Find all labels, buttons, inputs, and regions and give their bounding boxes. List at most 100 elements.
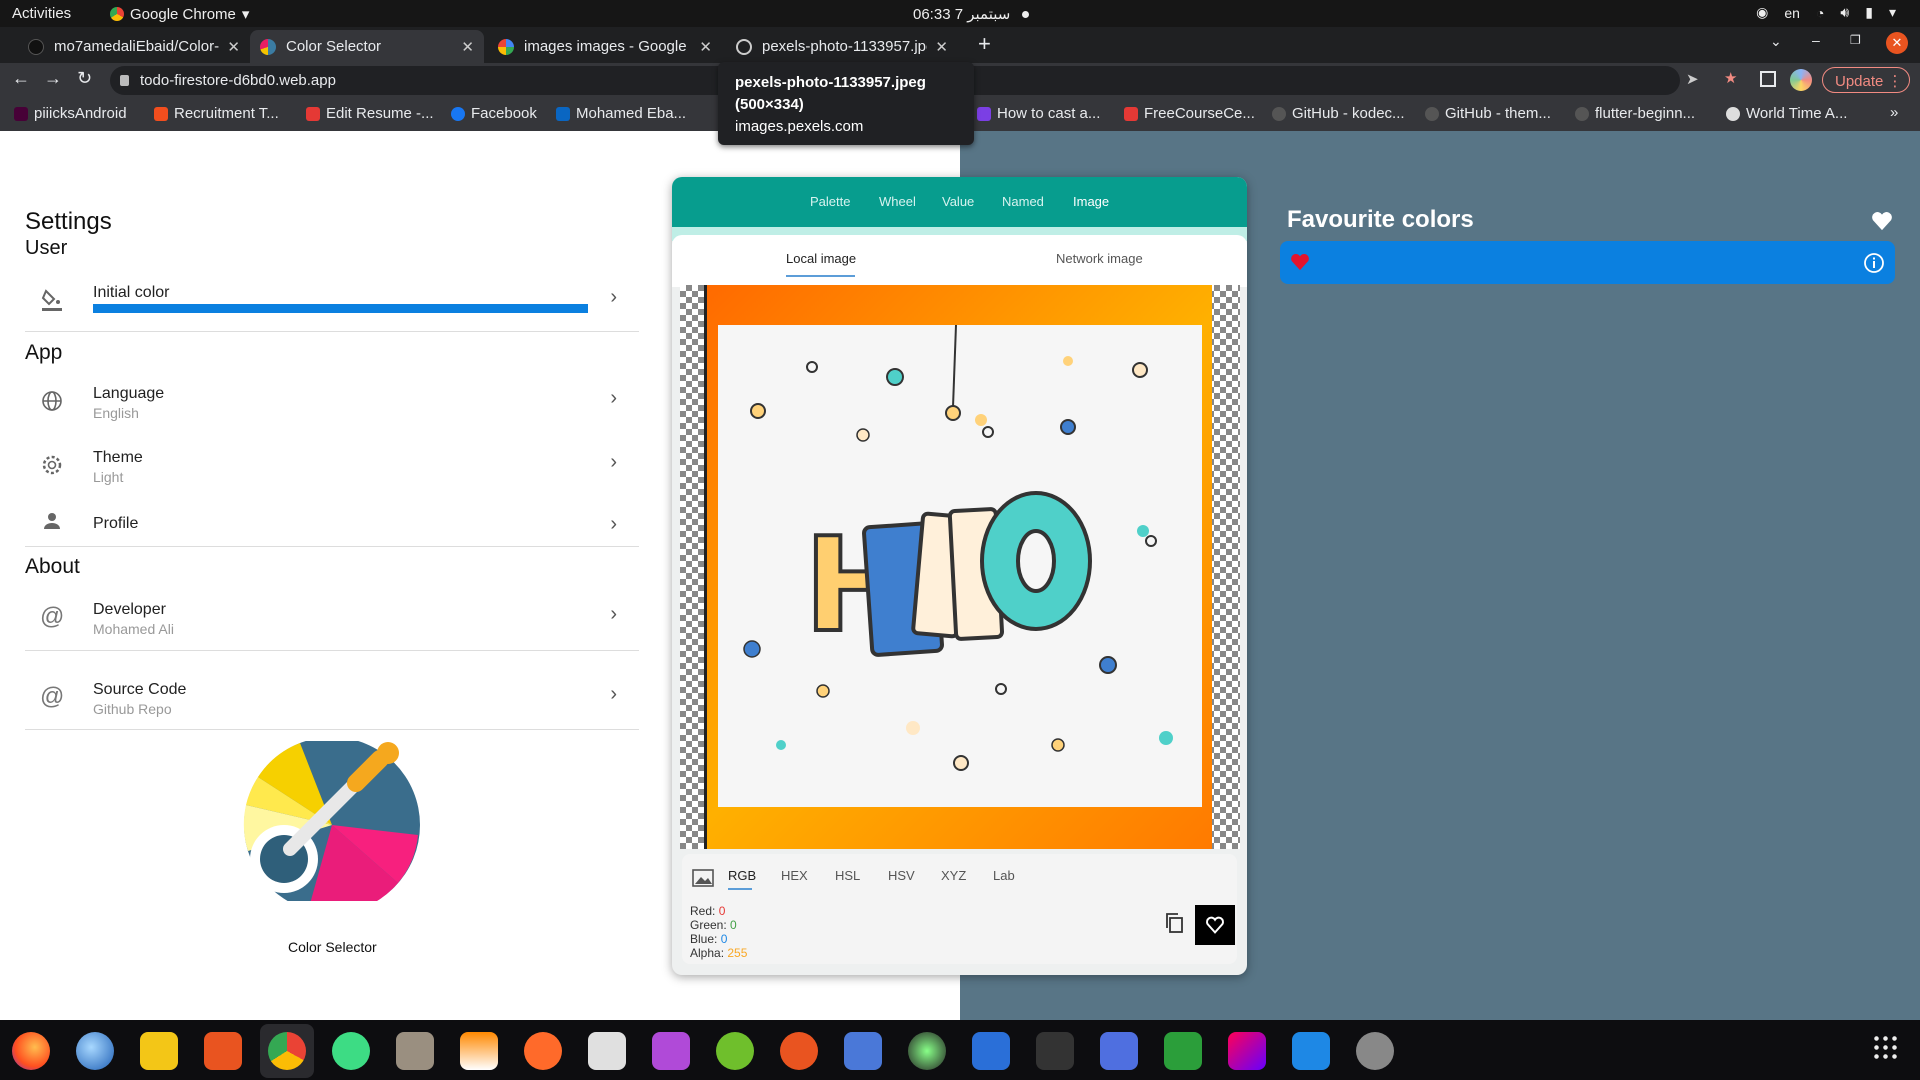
info-icon[interactable] bbox=[1863, 252, 1885, 274]
android-studio-icon[interactable] bbox=[332, 1032, 370, 1070]
android-icon[interactable] bbox=[716, 1032, 754, 1070]
tab-named[interactable]: Named bbox=[1002, 194, 1044, 209]
source-code-row[interactable]: @ Source Code Github Repo › bbox=[25, 671, 639, 731]
image-icon[interactable] bbox=[692, 869, 714, 887]
tab-wheel[interactable]: Wheel bbox=[879, 194, 916, 209]
bookmark-item[interactable]: GitHub - kodec... bbox=[1272, 105, 1405, 122]
active-format-indicator bbox=[728, 888, 752, 890]
at-sign-icon: @ bbox=[40, 603, 65, 630]
language-value: English bbox=[93, 405, 139, 421]
share-icon[interactable]: ➤ bbox=[1686, 70, 1699, 88]
tasks-icon[interactable] bbox=[844, 1032, 882, 1070]
bookmark-item[interactable]: How to cast a... bbox=[977, 105, 1100, 122]
format-hex[interactable]: HEX bbox=[781, 868, 808, 883]
more-bookmarks-icon[interactable]: » bbox=[1890, 104, 1898, 121]
rhythmbox-icon[interactable] bbox=[140, 1032, 178, 1070]
back-button[interactable]: ← bbox=[12, 68, 30, 89]
bookmark-item[interactable]: World Time A... bbox=[1726, 105, 1847, 122]
tab-local-image[interactable]: Local image bbox=[786, 251, 856, 266]
minimize-button[interactable]: – bbox=[1812, 32, 1820, 48]
add-favourite-button[interactable] bbox=[1195, 905, 1235, 945]
value-number: 0 bbox=[730, 918, 737, 932]
format-lab[interactable]: Lab bbox=[993, 868, 1015, 883]
new-tab-button[interactable]: + bbox=[978, 31, 991, 57]
updater-icon[interactable] bbox=[1356, 1032, 1394, 1070]
language-indicator[interactable]: en bbox=[1784, 5, 1800, 21]
software-center-icon[interactable] bbox=[204, 1032, 242, 1070]
files-icon[interactable] bbox=[396, 1032, 434, 1070]
firefox-icon[interactable] bbox=[12, 1032, 50, 1070]
thunderbird-icon[interactable] bbox=[76, 1032, 114, 1070]
developer-value: Mohamed Ali bbox=[93, 621, 174, 637]
calc-icon[interactable] bbox=[1164, 1032, 1202, 1070]
reload-button[interactable]: ↻ bbox=[77, 68, 92, 89]
source-code-label: Source Code bbox=[93, 681, 187, 698]
close-icon[interactable]: ✕ bbox=[227, 38, 240, 56]
chevron-right-icon: › bbox=[610, 603, 617, 625]
close-icon[interactable]: ✕ bbox=[699, 38, 712, 56]
tab-network-image[interactable]: Network image bbox=[1056, 251, 1143, 266]
copy-icon[interactable] bbox=[1164, 912, 1184, 934]
activities-button[interactable]: Activities bbox=[12, 5, 71, 22]
inkscape-icon[interactable] bbox=[524, 1032, 562, 1070]
bookmark-item[interactable]: Mohamed Eba... bbox=[556, 105, 686, 122]
vlc-icon[interactable] bbox=[460, 1032, 498, 1070]
profile-avatar[interactable] bbox=[1790, 69, 1812, 91]
format-rgb[interactable]: RGB bbox=[728, 868, 756, 883]
bookmark-item[interactable]: GitHub - them... bbox=[1425, 105, 1551, 122]
writer-icon[interactable] bbox=[972, 1032, 1010, 1070]
tab-color-selector[interactable]: Color Selector ✕ bbox=[250, 30, 484, 63]
system-tray[interactable]: ◉ en ◔ 🔊︎ ▮ ▾ bbox=[1756, 4, 1896, 21]
tab-google-images[interactable]: images images - Google Se ✕ bbox=[488, 30, 722, 63]
chrome-icon[interactable] bbox=[268, 1032, 306, 1070]
bookmark-item[interactable]: Recruitment T... bbox=[154, 105, 279, 122]
update-button[interactable]: Update ⋮ bbox=[1822, 67, 1910, 93]
side-panel-icon[interactable] bbox=[1760, 71, 1776, 87]
close-icon[interactable]: ✕ bbox=[461, 38, 474, 56]
vscode-icon[interactable] bbox=[1292, 1032, 1330, 1070]
tooltip-domain: images.pexels.com bbox=[735, 118, 864, 135]
close-icon[interactable]: ✕ bbox=[935, 38, 948, 56]
site-info-icon[interactable] bbox=[120, 75, 129, 86]
bookmark-item[interactable]: flutter-beginn... bbox=[1575, 105, 1695, 122]
close-window-button[interactable]: ✕ bbox=[1886, 32, 1908, 54]
image-preview[interactable]: H bbox=[680, 285, 1240, 849]
tab-value[interactable]: Value bbox=[942, 194, 974, 209]
theme-row[interactable]: Theme Light › bbox=[25, 439, 639, 499]
tab-pexels[interactable]: pexels-photo-1133957.jpe ✕ bbox=[726, 30, 958, 63]
section-user: User bbox=[25, 237, 68, 259]
gimp-icon[interactable] bbox=[908, 1032, 946, 1070]
tab-palette[interactable]: Palette bbox=[810, 194, 850, 209]
color-picker-dialog: Palette Wheel Value Named Image Local im… bbox=[672, 177, 1247, 975]
tab-search-icon[interactable]: ⌄ bbox=[1770, 33, 1782, 50]
heart-icon[interactable] bbox=[1290, 253, 1310, 271]
app-menu[interactable]: Google Chrome ▾ bbox=[110, 5, 249, 23]
tab-github[interactable]: mo7amedaliEbaid/Color- ✕ bbox=[18, 30, 250, 63]
ubuntu-icon[interactable] bbox=[780, 1032, 818, 1070]
tab-image[interactable]: Image bbox=[1073, 194, 1109, 209]
developer-row[interactable]: @ Developer Mohamed Ali › bbox=[25, 591, 639, 651]
terminal-icon[interactable] bbox=[1036, 1032, 1074, 1070]
video-icon[interactable] bbox=[652, 1032, 690, 1070]
bookmark-item[interactable]: Edit Resume -... bbox=[306, 105, 434, 122]
github-icon bbox=[28, 38, 44, 55]
format-hsl[interactable]: HSL bbox=[835, 868, 860, 883]
restore-button[interactable]: ❐ bbox=[1850, 33, 1861, 47]
favourite-color-item[interactable] bbox=[1280, 241, 1895, 284]
text-editor-icon[interactable] bbox=[588, 1032, 626, 1070]
bookmark-item[interactable]: FreeCourseCe... bbox=[1124, 105, 1255, 122]
clock[interactable]: 06:33 7 سبتمبر bbox=[913, 5, 1030, 23]
language-row[interactable]: Language English › bbox=[25, 375, 639, 435]
bookmark-star-icon[interactable]: ★ bbox=[1724, 69, 1737, 87]
intellij-icon[interactable] bbox=[1228, 1032, 1266, 1070]
initial-color-row[interactable]: Initial color › bbox=[25, 274, 639, 334]
format-hsv[interactable]: HSV bbox=[888, 868, 915, 883]
bookmark-item[interactable]: Facebook bbox=[451, 105, 537, 122]
show-apps-icon[interactable] bbox=[1872, 1034, 1900, 1062]
bookmark-item[interactable]: piiicksAndroid bbox=[14, 105, 127, 122]
format-xyz[interactable]: XYZ bbox=[941, 868, 966, 883]
chevron-right-icon: › bbox=[610, 286, 617, 308]
screenshot-icon[interactable] bbox=[1100, 1032, 1138, 1070]
forward-button[interactable]: → bbox=[44, 68, 62, 89]
paint-bucket-icon bbox=[40, 288, 64, 312]
